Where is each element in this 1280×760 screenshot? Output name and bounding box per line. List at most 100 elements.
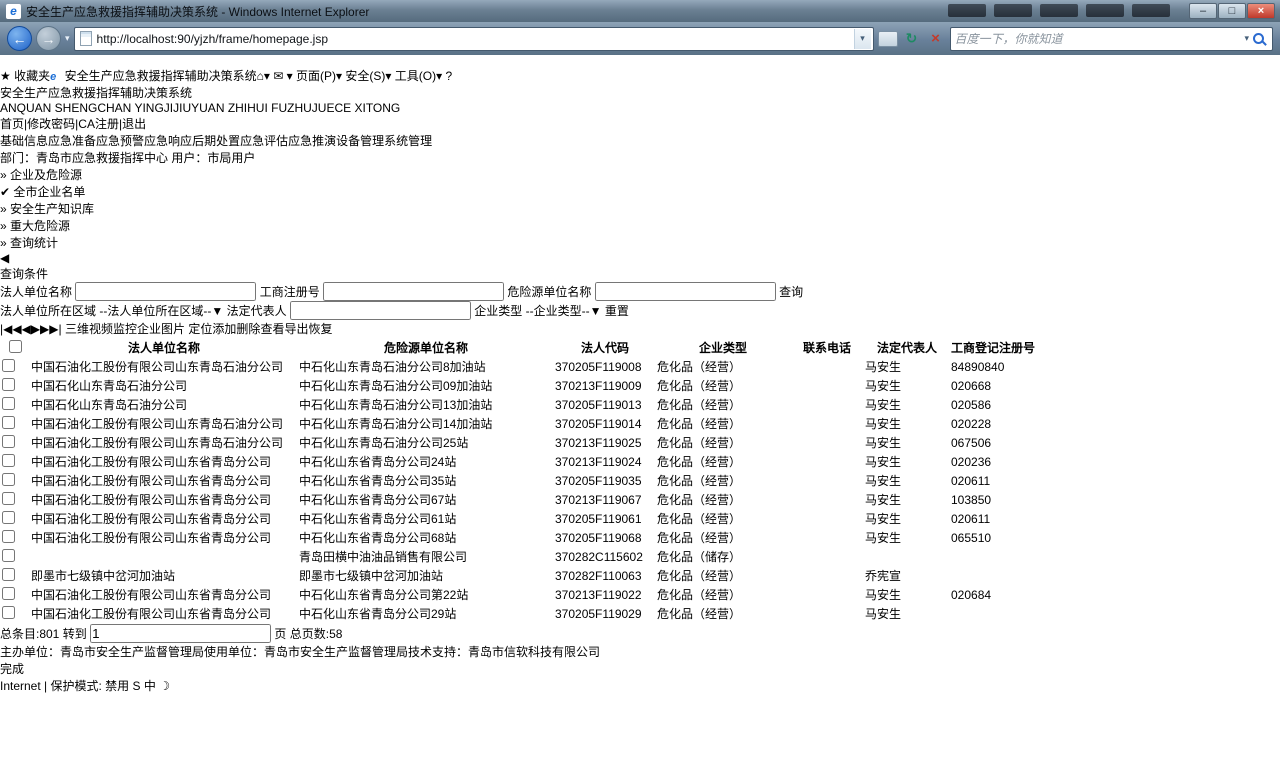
row-checkbox[interactable] — [2, 453, 15, 467]
row-checkbox[interactable] — [2, 491, 15, 505]
address-input[interactable]: http://localhost:90/yjzh/frame/homepage.… — [97, 32, 849, 46]
menu-item[interactable]: 应急响应 — [144, 134, 192, 148]
table-row[interactable]: 中国石化山东青岛石油分公司 中石化山东青岛石油分公司13加油站 370205F119… — [2, 396, 1035, 413]
toolbar-button[interactable]: 删除 — [236, 322, 260, 336]
table-row[interactable]: 中国石化山东青岛石油分公司 中石化山东青岛石油分公司09加油站 370213F119… — [2, 377, 1035, 394]
sidebar-splitter[interactable]: ◀ — [0, 251, 1280, 265]
sidebar-item-knowledge-base[interactable]: » 安全生产知识库 — [0, 200, 1280, 217]
goto-page-button[interactable]: 转到 — [63, 627, 87, 641]
row-checkbox[interactable] — [2, 567, 15, 581]
table-row[interactable]: 中国石油化工股份有限公司山东青岛石油分公司 中石化山东青岛石油分公司8加油站 370… — [2, 358, 1035, 375]
sidebar-item-major-hazard[interactable]: » 重大危险源 — [0, 217, 1280, 234]
browser-tab[interactable]: e 安全生产应急救援指挥辅助决策系统 — [50, 67, 257, 84]
back-button[interactable]: ← — [7, 26, 32, 51]
table-row[interactable]: 中国石油化工股份有限公司山东省青岛分公司 中石化山东省青岛分公司第22站 37021… — [2, 586, 1035, 603]
toolbar-button[interactable]: 企业图片 — [137, 322, 185, 336]
menu-item[interactable]: 应急推演 — [288, 134, 336, 148]
search-button[interactable]: 查询 — [779, 285, 803, 299]
history-dropdown-icon[interactable]: ▾ — [65, 33, 70, 44]
row-checkbox[interactable] — [2, 529, 15, 543]
read-mail-icon[interactable]: ✉ — [273, 69, 283, 83]
pager-nav-button[interactable]: |◀ — [0, 322, 12, 336]
row-checkbox[interactable] — [2, 358, 15, 372]
compatibility-view-icon[interactable] — [877, 30, 898, 47]
select-all-checkbox[interactable] — [9, 339, 22, 353]
tools-menu[interactable]: 工具(O)▾ — [395, 69, 442, 83]
home-button[interactable]: ⌂▾ — [257, 69, 270, 83]
banner-link[interactable]: CA注册 — [78, 117, 119, 131]
refresh-button[interactable]: ↻ — [902, 29, 922, 49]
maximize-button[interactable]: □ — [1218, 3, 1246, 19]
menu-item[interactable]: 设备管理 — [336, 134, 384, 148]
row-checkbox[interactable] — [2, 434, 15, 448]
type-select[interactable]: --企业类型--▼ — [526, 304, 602, 318]
address-dropdown-icon[interactable]: ▾ — [853, 28, 871, 49]
row-checkbox[interactable] — [2, 396, 15, 410]
table-row[interactable]: 中国石油化工股份有限公司山东省青岛分公司 中石化山东省青岛分公司68站 370205… — [2, 529, 1035, 546]
reset-button[interactable]: 重置 — [605, 304, 629, 318]
row-checkbox[interactable] — [2, 510, 15, 524]
collapse-handle-icon[interactable]: ◀ — [0, 251, 9, 265]
legal-name-input[interactable] — [75, 282, 257, 301]
search-input[interactable]: 百度一下，你就知道 — [955, 30, 1241, 47]
table-row[interactable]: 中国石油化工股份有限公司山东省青岛分公司 中石化山东省青岛分公司29站 370205… — [2, 605, 1035, 622]
moon-icon[interactable]: ☽ — [159, 679, 170, 693]
toolbar-button[interactable]: 查看 — [260, 322, 284, 336]
toolbar-button[interactable]: 导出 — [284, 322, 308, 336]
table-row[interactable]: 中国石油化工股份有限公司山东省青岛分公司 中石化山东省青岛分公司24站 370213… — [2, 453, 1035, 470]
table-row[interactable]: 青岛田横中油油品销售有限公司 370282C115602 危化品（储存） — [2, 548, 1035, 565]
page-number-input[interactable] — [90, 624, 272, 643]
search-dropdown-icon[interactable]: ▾ — [1244, 33, 1249, 44]
toolbar-button[interactable]: 恢复 — [308, 322, 332, 336]
banner-link[interactable]: 修改密码 — [27, 117, 75, 131]
minimize-button[interactable]: – — [1189, 3, 1217, 19]
pager-nav-button[interactable]: ▶▶ — [31, 322, 49, 336]
forward-button[interactable]: → — [36, 26, 61, 51]
toolbar-button[interactable]: 添加 — [212, 322, 236, 336]
menu-item[interactable]: 应急评估 — [240, 134, 288, 148]
toolbar-button[interactable]: 三维 — [65, 322, 89, 336]
table-row[interactable]: 即墨市七级镇中岔河加油站 即墨市七级镇中岔河加油站 370282F110063 危化品… — [2, 567, 1035, 584]
menu-item[interactable]: 后期处置 — [192, 134, 240, 148]
sogou-ime-icon[interactable]: S — [133, 679, 141, 693]
menu-item[interactable]: 基础信息 — [0, 134, 48, 148]
pager-nav-button[interactable]: ◀◀ — [12, 322, 30, 336]
address-bar[interactable]: http://localhost:90/yjzh/frame/homepage.… — [73, 26, 874, 51]
print-button[interactable]: ▾ — [287, 69, 293, 83]
sidebar-item-query-stats[interactable]: » 查询统计 — [0, 234, 1280, 251]
banner-link[interactable]: 退出 — [122, 117, 146, 131]
close-button[interactable]: × — [1247, 3, 1275, 19]
page-menu[interactable]: 页面(P)▾ — [296, 69, 342, 83]
table-row[interactable]: 中国石油化工股份有限公司山东青岛石油分公司 中石化山东青岛石油分公司14加油站 37… — [2, 415, 1035, 432]
row-checkbox[interactable] — [2, 415, 15, 429]
search-box[interactable]: 百度一下，你就知道 ▾ — [949, 26, 1273, 51]
reg-no-input[interactable] — [323, 282, 505, 301]
hazard-name-input[interactable] — [594, 282, 776, 301]
row-checkbox[interactable] — [2, 377, 15, 391]
row-checkbox[interactable] — [2, 586, 15, 600]
table-row[interactable]: 中国石油化工股份有限公司山东省青岛分公司 中石化山东省青岛分公司67站 370213… — [2, 491, 1035, 508]
row-checkbox[interactable] — [2, 605, 15, 619]
search-icon[interactable] — [1253, 33, 1264, 44]
table-row[interactable]: 中国石油化工股份有限公司山东省青岛分公司 中石化山东省青岛分公司61站 370205… — [2, 510, 1035, 527]
row-checkbox[interactable] — [2, 548, 15, 562]
sidebar-item-city-enterprise-list[interactable]: ✔ 全市企业名单 — [0, 183, 1280, 200]
menu-item[interactable]: 应急预警 — [96, 134, 144, 148]
toolbar-button[interactable]: 视频监控 — [89, 322, 137, 336]
representative-input[interactable] — [289, 301, 471, 320]
table-row[interactable]: 中国石油化工股份有限公司山东青岛石油分公司 中石化山东青岛石油分公司25站 3702… — [2, 434, 1035, 451]
menu-item[interactable]: 应急准备 — [48, 134, 96, 148]
row-checkbox[interactable] — [2, 472, 15, 486]
region-select[interactable]: --法人单位所在区域--▼ — [99, 304, 223, 318]
ime-mode-icon[interactable]: 中 — [144, 679, 156, 693]
banner-link[interactable]: 首页 — [0, 117, 24, 131]
favorites-button[interactable]: ★ 收藏夹 — [0, 67, 50, 84]
sidebar-item-enterprise-hazard[interactable]: » 企业及危险源 — [0, 166, 1280, 183]
safety-menu[interactable]: 安全(S)▾ — [345, 69, 391, 83]
pager-nav-button[interactable]: ▶| — [49, 322, 61, 336]
help-icon[interactable]: ? — [445, 69, 452, 83]
toolbar-button[interactable]: 定位 — [188, 322, 212, 336]
stop-button[interactable]: × — [926, 29, 946, 49]
table-row[interactable]: 中国石油化工股份有限公司山东省青岛分公司 中石化山东省青岛分公司35站 370205… — [2, 472, 1035, 489]
menu-item[interactable]: 系统管理 — [384, 134, 432, 148]
